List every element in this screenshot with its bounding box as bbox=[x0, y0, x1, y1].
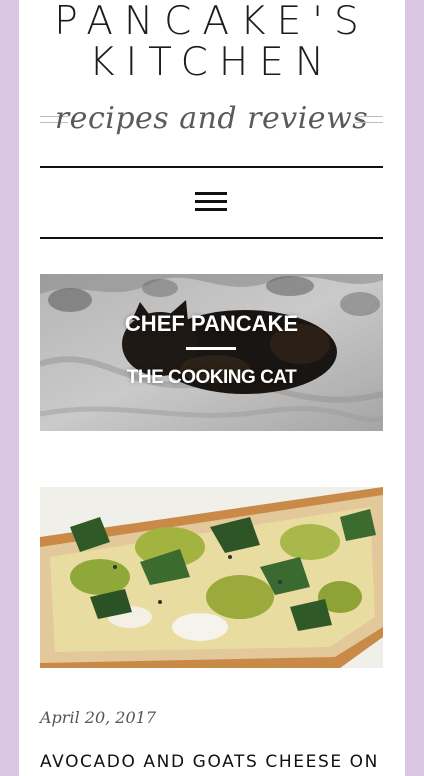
tagline-rule-right bbox=[355, 116, 383, 123]
post-title[interactable]: AVOCADO AND GOATS CHEESE ON TOAST bbox=[40, 751, 383, 776]
site-tagline: recipes and reviews bbox=[54, 101, 369, 136]
featured-divider bbox=[186, 347, 236, 350]
site-title-line2[interactable]: KITCHEN bbox=[19, 43, 405, 82]
site-title-line1[interactable]: PANCAKE'S bbox=[19, 2, 405, 41]
post-date: April 20, 2017 bbox=[40, 708, 157, 727]
post-image-illustration bbox=[40, 487, 383, 668]
tagline-row: recipes and reviews bbox=[40, 102, 383, 136]
featured-title[interactable]: CHEF PANCAKE bbox=[40, 311, 383, 337]
page: PANCAKE'S KITCHEN recipes and reviews CH… bbox=[19, 0, 405, 776]
featured-subtitle[interactable]: THE COOKING CAT bbox=[40, 367, 383, 389]
featured-banner[interactable]: CHEF PANCAKE THE COOKING CAT bbox=[40, 274, 383, 431]
featured-banner-image bbox=[40, 274, 383, 431]
post-featured-image[interactable] bbox=[40, 487, 383, 668]
nav-divider-bottom bbox=[40, 237, 383, 239]
nav-divider-top bbox=[40, 166, 383, 168]
hamburger-menu-icon[interactable] bbox=[195, 190, 227, 214]
